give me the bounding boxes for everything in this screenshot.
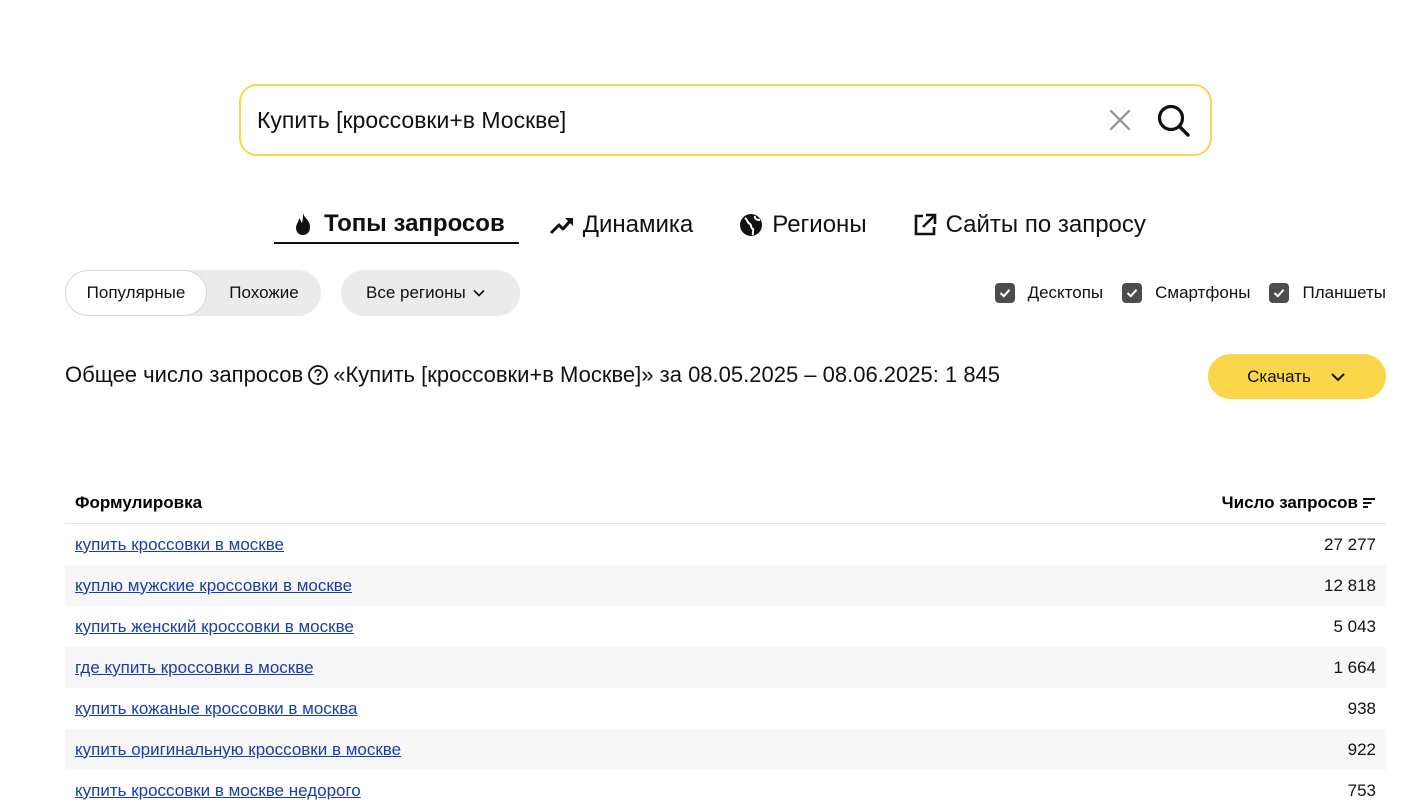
query-count: 12 818 [1324,575,1376,595]
summary-prefix: Общее число запросов [65,362,304,387]
tab-dynamics[interactable]: Динамика [549,206,694,244]
summary-text: «Купить [кроссовки+в Москве]» за 08.05.2… [333,362,1001,387]
queries-table: Формулировка Число запросов купить кросс… [65,482,1386,808]
query-count: 5 043 [1333,616,1376,636]
query-count: 753 [1347,780,1376,800]
checkbox-smartphone[interactable] [1122,283,1143,303]
sort-icon[interactable] [1362,496,1376,510]
query-count: 27 277 [1324,534,1376,554]
table-row: купить кожаные кроссовки в москва 938 [65,688,1386,729]
table-row: купить кроссовки в москве недорого 753 [65,770,1386,808]
table-row: купить кроссовки в москве 27 277 [65,524,1386,565]
popular-button[interactable]: Популярные [65,270,207,316]
tab-regions[interactable]: Регионы [738,206,867,244]
download-label: Скачать [1247,366,1311,386]
phrase-link[interactable]: купить кроссовки в москве недорого [75,781,361,801]
table-row: купить женский кроссовки в москве 5 043 [65,606,1386,647]
similar-button[interactable]: Похожие [207,270,321,316]
help-icon[interactable] [307,364,329,386]
search-box [239,84,1212,156]
chevron-down-icon [1329,368,1347,386]
search-input[interactable] [257,86,1077,154]
tab-label: Сайты по запросу [945,211,1146,238]
query-count: 938 [1347,698,1376,718]
phrase-link[interactable]: купить кожаные кроссовки в москва [75,699,358,719]
download-button[interactable]: Скачать [1208,354,1386,399]
device-tablet[interactable]: Планшеты [1269,283,1386,303]
trending-up-icon [549,212,575,238]
device-label: Десктопы [1027,283,1104,302]
tab-label: Динамика [582,211,694,238]
region-select-label: Все регионы [366,283,466,302]
search-icon[interactable] [1155,102,1193,140]
tab-label: Регионы [772,211,867,238]
checkbox-desktop[interactable] [994,283,1015,303]
external-link-icon [912,212,938,238]
device-label: Смартфоны [1155,283,1251,302]
tab-bar: Топы запросов Динамика Регионы Сайты по … [274,206,1146,246]
device-smartphone[interactable]: Смартфоны [1122,283,1250,303]
table-header: Формулировка Число запросов [65,482,1386,524]
region-select[interactable]: Все регионы [341,270,520,316]
wordstat-page: Топы запросов Динамика Регионы Сайты по … [0,0,1427,808]
phrase-link[interactable]: купить кроссовки в москве [75,535,284,555]
close-icon[interactable] [1106,106,1134,134]
table-row: куплю мужские кроссовки в москве 12 818 [65,565,1386,606]
checkbox-tablet[interactable] [1269,283,1290,303]
chevron-down-icon [472,286,486,300]
total-summary: Общее число запросов «Купить [кроссовки+… [65,362,1000,388]
table-row: купить оригинальную кроссовки в москве 9… [65,729,1386,770]
phrase-link[interactable]: купить оригинальную кроссовки в москве [75,740,401,760]
device-filters: Десктопы Смартфоны Планшеты [976,283,1386,303]
phrase-link[interactable]: купить женский кроссовки в москве [75,617,354,637]
tab-top-queries[interactable]: Топы запросов [274,206,519,244]
phrase-link[interactable]: куплю мужские кроссовки в москве [75,576,352,596]
globe-icon [738,212,764,238]
column-count-label: Число запросов [1221,492,1358,512]
column-count[interactable]: Число запросов [1222,493,1376,513]
query-count: 1 664 [1333,657,1376,677]
query-type-switch: Популярные Похожие [65,270,321,316]
phrase-link[interactable]: где купить кроссовки в москве [75,658,314,678]
fire-icon [290,211,316,237]
tab-sites[interactable]: Сайты по запросу [912,206,1146,244]
device-desktop[interactable]: Десктопы [994,283,1104,303]
device-label: Планшеты [1302,283,1386,302]
table-row: где купить кроссовки в москве 1 664 [65,647,1386,688]
tab-label: Топы запросов [324,210,505,237]
column-phrase: Формулировка [75,492,203,512]
query-count: 922 [1347,739,1376,759]
